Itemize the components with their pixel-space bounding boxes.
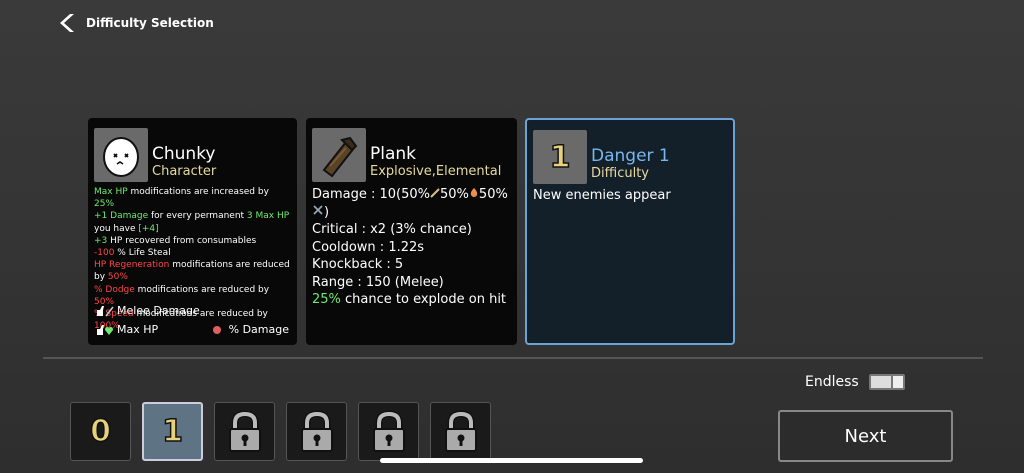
fist-icon — [212, 325, 221, 334]
padlock-icon — [372, 409, 405, 452]
home-indicator[interactable] — [380, 458, 643, 463]
danger-description: New enemies appear — [533, 188, 671, 203]
endless-option[interactable]: Endless — [805, 374, 905, 390]
thumbs-up-heart-icon — [97, 324, 113, 335]
chunky-egg-icon — [103, 137, 139, 177]
cross-swords-icon — [313, 204, 323, 215]
weapon-cooldown: Cooldown : 1.22s — [312, 239, 425, 255]
difficulty-slot-4-locked[interactable] — [358, 402, 419, 461]
padlock-icon — [444, 409, 477, 452]
difficulty-slot-1[interactable]: 1 — [142, 402, 203, 461]
header: Difficulty Selection — [58, 12, 214, 34]
endless-label: Endless — [805, 374, 859, 390]
danger-portrait: 1 — [533, 130, 587, 184]
weapon-explode: 25% chance to explode on hit — [312, 292, 507, 307]
weapon-range: Range : 150 (Melee) — [312, 274, 444, 290]
character-card[interactable]: Chunky Character Max HP modifications ar… — [88, 118, 297, 345]
tag-percent-damage: % Damage — [208, 323, 289, 336]
padlock-icon — [228, 409, 261, 452]
divider — [43, 357, 983, 359]
danger-card[interactable]: 1 Danger 1 Difficulty New enemies appear — [525, 118, 735, 345]
fire-icon — [470, 188, 478, 197]
plank-icon — [322, 136, 358, 178]
character-portrait — [94, 128, 148, 182]
padlock-icon — [300, 409, 333, 452]
character-type: Character — [152, 164, 217, 179]
difficulty-slot-2-locked[interactable] — [214, 402, 275, 461]
difficulty-slot-0[interactable]: 0 — [70, 402, 131, 461]
difficulty-slots: 0 1 — [70, 402, 491, 461]
sword-icon — [430, 188, 440, 198]
thumbs-up-sword-icon — [97, 305, 114, 316]
endless-toggle[interactable] — [868, 374, 905, 390]
weapon-name: Plank — [370, 144, 417, 164]
weapon-card[interactable]: Plank Explosive,Elemental Damage : 10(50… — [306, 118, 517, 345]
difficulty-slot-5-locked[interactable] — [430, 402, 491, 461]
tag-max-hp: Max HP — [96, 323, 158, 336]
difficulty-slot-3-locked[interactable] — [286, 402, 347, 461]
page-title: Difficulty Selection — [86, 16, 214, 30]
weapon-knockback: Knockback : 5 — [312, 257, 404, 272]
next-button[interactable]: Next — [778, 410, 953, 462]
weapon-type: Explosive,Elemental — [370, 164, 502, 179]
danger-type: Difficulty — [591, 166, 649, 181]
weapon-stats: Damage : 10(50% 50% 50% ) Critical : x2 (3… — [312, 186, 511, 309]
character-name: Chunky — [152, 144, 216, 164]
danger-number: 1 — [549, 139, 571, 176]
weapon-portrait — [312, 128, 366, 182]
weapon-damage: Damage : 10(50% 50% 50% — [312, 187, 508, 202]
danger-name: Danger 1 — [591, 146, 670, 166]
tag-melee-damage: Melee Damage — [96, 304, 200, 317]
weapon-critical: Critical : x2 (3% chance) — [312, 222, 472, 237]
back-arrow-icon[interactable] — [58, 12, 78, 34]
